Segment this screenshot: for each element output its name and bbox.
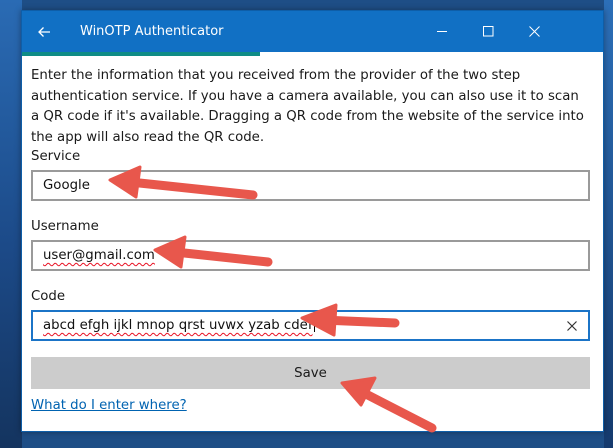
close-icon xyxy=(528,26,540,37)
service-input[interactable]: Google xyxy=(31,170,590,201)
save-button[interactable]: Save xyxy=(31,357,590,389)
code-input[interactable]: abcd efgh ijkl mnop qrst uvwx yzab cdef xyxy=(31,310,590,341)
text-caret xyxy=(313,316,315,332)
app-window: WinOTP Authenticator Enter the informati… xyxy=(21,10,604,432)
clear-code-button[interactable] xyxy=(560,312,584,339)
title-bar: WinOTP Authenticator xyxy=(22,11,603,52)
back-arrow-icon xyxy=(38,26,50,37)
username-input[interactable]: user@gmail.com xyxy=(31,240,590,271)
help-link[interactable]: What do I enter where? xyxy=(31,398,187,413)
maximize-button[interactable] xyxy=(465,11,511,52)
instructions-text: Enter the information that you received … xyxy=(31,68,584,145)
desktop-background-right xyxy=(604,0,613,448)
window-title: WinOTP Authenticator xyxy=(80,24,224,39)
code-value-wrap: abcd efgh ijkl mnop qrst uvwx yzab cdef xyxy=(43,312,315,339)
service-value: Google xyxy=(43,178,90,193)
maximize-icon xyxy=(482,26,493,37)
code-label: Code xyxy=(31,289,66,304)
close-button[interactable] xyxy=(511,11,557,52)
form-content: Enter the information that you received … xyxy=(31,66,591,148)
username-value: user@gmail.com xyxy=(43,248,155,263)
username-label: Username xyxy=(31,219,99,234)
back-button[interactable] xyxy=(22,11,66,52)
code-timer-track xyxy=(22,52,603,58)
clear-icon xyxy=(567,320,577,331)
minimize-button[interactable] xyxy=(419,11,465,52)
desktop-background-left xyxy=(0,0,22,448)
code-value: abcd efgh ijkl mnop qrst uvwx yzab cdef xyxy=(43,318,313,333)
minimize-icon xyxy=(436,31,447,32)
code-timer-progress xyxy=(22,52,261,56)
service-label: Service xyxy=(31,149,81,164)
